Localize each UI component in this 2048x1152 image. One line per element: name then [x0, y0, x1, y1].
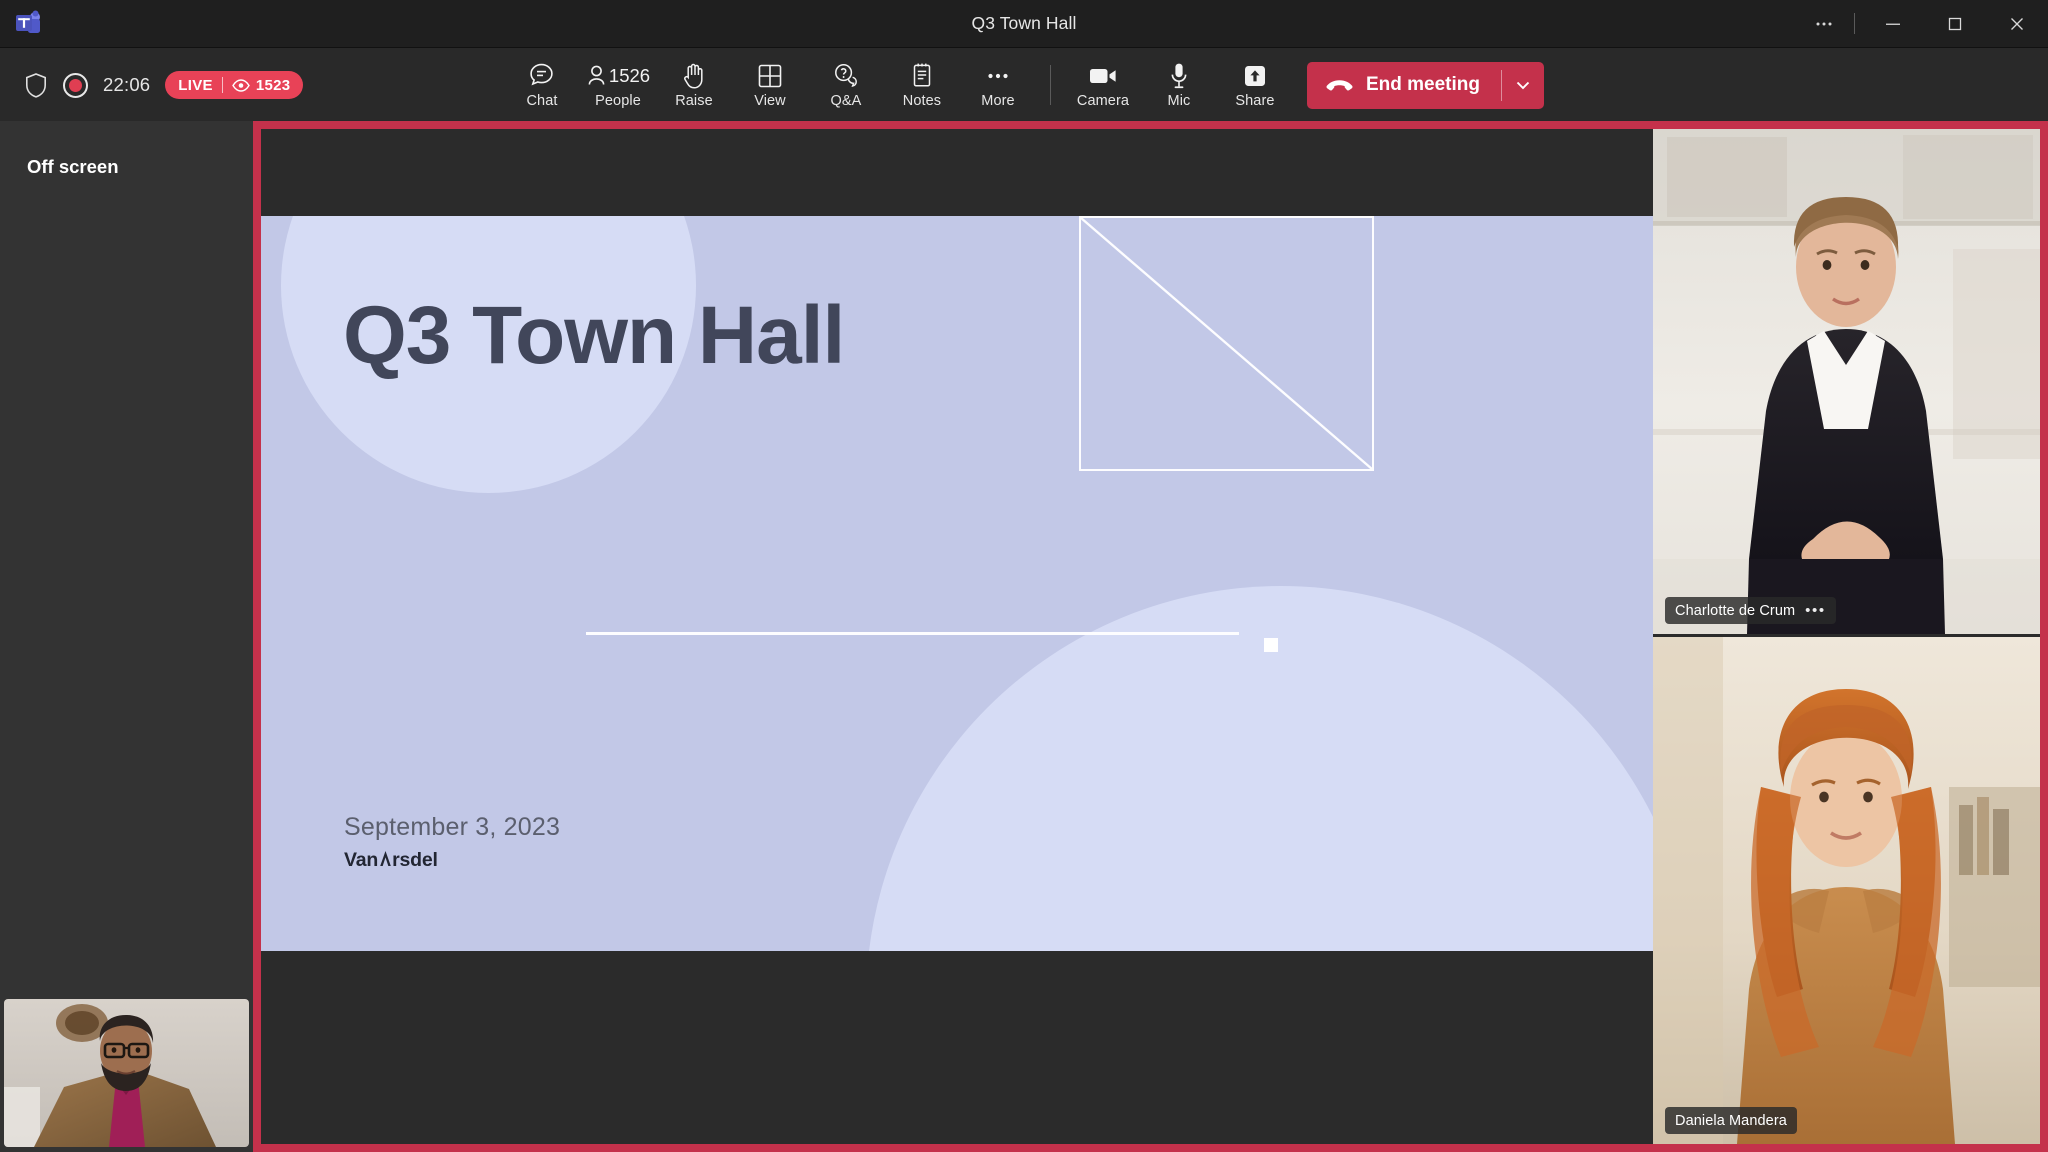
- meeting-stage: Off screen Q3 Town Hall September 3, 202…: [0, 121, 2048, 1152]
- powerpoint-slide[interactable]: Q3 Town Hall September 3, 2023 Van rsdel: [261, 216, 1653, 951]
- toolbar-item-raise[interactable]: Raise: [656, 52, 732, 118]
- toolbar-label-chat: Chat: [526, 93, 558, 109]
- meeting-toolbar: 22:06 LIVE 1523 Chat 1526 People Raise V…: [0, 47, 2048, 121]
- participant-tile-0[interactable]: Charlotte de Crum •••: [1653, 129, 2040, 634]
- view-grid-icon: [757, 61, 783, 90]
- live-label: LIVE: [178, 76, 213, 94]
- participant-name-badge-1[interactable]: Daniela Mandera: [1665, 1107, 1797, 1134]
- close-button[interactable]: [1986, 0, 2048, 47]
- toolbar-label-raise: Raise: [675, 93, 713, 109]
- toolbar-label-view: View: [754, 93, 786, 109]
- notes-icon: [910, 61, 934, 90]
- qanda-icon: [832, 61, 859, 90]
- titlebar-divider: [1854, 13, 1855, 34]
- toolbar-center-group: Chat 1526 People Raise View Q&A Notes Mo…: [0, 48, 2048, 122]
- toolbar-label-more: More: [981, 93, 1015, 109]
- shared-content-region[interactable]: Q3 Town Hall September 3, 2023 Van rsdel: [253, 121, 2048, 1152]
- maximize-button[interactable]: [1924, 0, 1986, 47]
- eye-icon: [232, 78, 250, 92]
- slide-brand-logo-mark: [379, 851, 392, 866]
- microphone-icon: [1169, 61, 1189, 90]
- offscreen-panel: Off screen: [0, 121, 253, 1152]
- toolbar-label-camera: Camera: [1076, 93, 1130, 109]
- toolbar-item-mic[interactable]: Mic: [1141, 52, 1217, 118]
- share-screen-icon: [1242, 61, 1268, 90]
- slide-decor-square: [1264, 638, 1278, 652]
- title-bar: Q3 Town Hall: [0, 0, 2048, 47]
- toolbar-left-group: 22:06 LIVE 1523: [24, 48, 304, 122]
- shield-icon[interactable]: [24, 72, 48, 99]
- toolbar-divider: [1049, 65, 1051, 105]
- image-placeholder: [1079, 216, 1374, 471]
- end-meeting-label: End meeting: [1365, 74, 1480, 95]
- slide-decor-circle-bottom: [866, 586, 1653, 951]
- viewer-count-group: 1523: [232, 77, 291, 94]
- minimize-button[interactable]: [1862, 0, 1924, 47]
- raise-hand-icon: [682, 61, 706, 90]
- people-icon: 1526: [586, 61, 650, 90]
- toolbar-item-chat[interactable]: Chat: [504, 52, 580, 118]
- toolbar-label-people: People: [595, 93, 641, 109]
- offscreen-label: Off screen: [27, 156, 119, 177]
- slide-decor-line: [586, 632, 1239, 635]
- end-meeting-button[interactable]: End meeting: [1307, 62, 1501, 109]
- participant-name-0: Charlotte de Crum: [1675, 602, 1796, 619]
- participant-tile-1[interactable]: Daniela Mandera: [1653, 637, 2040, 1144]
- toolbar-item-share[interactable]: Share: [1217, 52, 1293, 118]
- people-count: 1526: [608, 64, 651, 86]
- window-controls: [1800, 0, 2048, 47]
- shared-slide-container[interactable]: Q3 Town Hall September 3, 2023 Van rsdel: [261, 129, 1653, 1144]
- end-meeting-group: End meeting: [1306, 61, 1544, 109]
- toolbar-item-camera[interactable]: Camera: [1065, 52, 1141, 118]
- viewer-count: 1523: [255, 76, 291, 94]
- meeting-timer: 22:06: [103, 74, 151, 95]
- toolbar-label-notes: Notes: [902, 93, 942, 109]
- slide-brand-logo: Van rsdel: [344, 849, 438, 872]
- toolbar-item-more[interactable]: More: [960, 52, 1036, 118]
- end-meeting-dropdown-button[interactable]: [1502, 62, 1544, 109]
- slide-brand-logo-part1: Van: [344, 849, 379, 871]
- hangup-icon: [1326, 78, 1353, 92]
- slide-title: Q3 Town Hall: [343, 290, 845, 381]
- more-horizontal-icon: [985, 61, 1011, 90]
- toolbar-item-qanda[interactable]: Q&A: [808, 52, 884, 118]
- participant-tiles: Charlotte de Crum ••• Daniela Mandera: [1653, 129, 2040, 1144]
- camera-icon: [1089, 61, 1117, 90]
- chat-icon: [528, 61, 555, 90]
- toolbar-label-mic: Mic: [1167, 93, 1191, 109]
- chevron-down-icon: [1513, 75, 1533, 95]
- participant-name-badge-0[interactable]: Charlotte de Crum •••: [1665, 597, 1836, 624]
- participant-name-1: Daniela Mandera: [1675, 1112, 1787, 1129]
- participant-more-icon-0[interactable]: •••: [1805, 602, 1826, 619]
- self-view-tile[interactable]: [4, 999, 249, 1147]
- titlebar-more-button[interactable]: [1800, 0, 1847, 47]
- toolbar-label-share: Share: [1235, 93, 1275, 109]
- slide-date: September 3, 2023: [344, 813, 561, 841]
- live-badge-divider: [221, 77, 223, 93]
- record-dot-icon[interactable]: [63, 72, 88, 98]
- toolbar-item-view[interactable]: View: [732, 52, 808, 118]
- window-title: Q3 Town Hall: [971, 13, 1077, 33]
- toolbar-label-qanda: Q&A: [830, 93, 862, 109]
- toolbar-item-notes[interactable]: Notes: [884, 52, 960, 118]
- live-badge: LIVE 1523: [165, 71, 304, 99]
- toolbar-item-people[interactable]: 1526 People: [580, 52, 656, 118]
- slide-brand-logo-part2: rsdel: [392, 849, 438, 871]
